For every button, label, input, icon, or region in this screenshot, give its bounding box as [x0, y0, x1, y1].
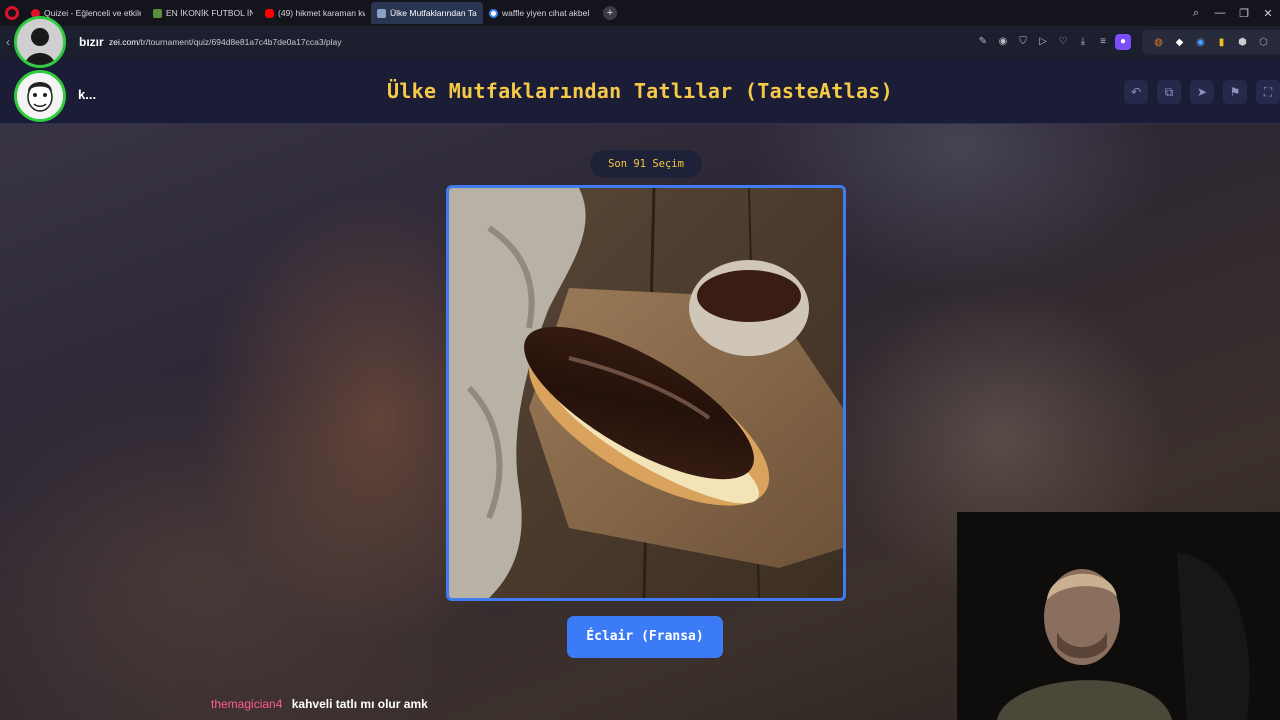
webcam-overlay — [957, 512, 1280, 720]
extension-icon[interactable]: ⬡ — [1255, 34, 1272, 51]
send-icon[interactable]: ➤ — [1190, 80, 1214, 104]
share-icon[interactable]: ⧉ — [1157, 80, 1181, 104]
menu-icon[interactable]: ≡ — [1095, 34, 1111, 50]
choice-button[interactable]: Éclair (Fransa) — [567, 616, 723, 658]
search-icon[interactable]: ⌕ — [1184, 7, 1208, 20]
fullscreen-icon[interactable]: ⛶ — [1256, 80, 1280, 104]
address-bar: ‹ bızır zei.com/tr/tournament/quiz/694d8… — [0, 26, 1280, 58]
webcam-feed — [957, 512, 1280, 720]
url-host: zei.com — [109, 37, 139, 47]
cartoon-face-icon — [17, 73, 63, 119]
url-field[interactable]: zei.com/tr/tournament/quiz/694d8e81a7c4b… — [109, 37, 342, 47]
favicon-icon — [153, 8, 162, 18]
chat-message: themagician4 kahveli tatlı mı olur amk — [211, 697, 428, 711]
profile-icon[interactable]: ● — [1115, 34, 1131, 50]
eclair-photo — [449, 188, 843, 598]
tab-label: (49) hikmet karaman kwe — [278, 8, 365, 18]
header-actions: ↶ ⧉ ➤ ⚑ ⛶ — [1124, 80, 1280, 104]
browser-tab-3-active[interactable]: Ülke Mutfaklarından Tatlı — [371, 2, 483, 24]
person-silhouette-icon — [17, 19, 63, 65]
site-header: k... Ülke Mutfaklarından Tatlılar (Taste… — [0, 58, 1280, 124]
browser-tab-4[interactable]: waffle yiyen cihat akbel - — [483, 2, 595, 24]
choice-image[interactable] — [446, 185, 846, 601]
undo-icon[interactable]: ↶ — [1124, 80, 1148, 104]
google-icon — [489, 8, 498, 18]
close-icon[interactable]: ✕ — [1256, 7, 1280, 20]
browser-tab-bar: Quizei - Eğlenceli ve etkile EN İKONİK F… — [0, 0, 1280, 26]
browser-tab-1[interactable]: EN İKONİK FUTBOL İNTİKA — [147, 2, 259, 24]
round-label: Son 91 Seçim — [590, 150, 702, 178]
youtube-icon — [265, 8, 274, 18]
site-name: bızır — [79, 35, 104, 49]
flag-icon[interactable]: ⚑ — [1223, 80, 1247, 104]
tab-label: Ülke Mutfaklarından Tatlı — [390, 8, 477, 18]
heart-icon[interactable]: ♡ — [1055, 34, 1071, 50]
window-controls: ⌕ — ❐ ✕ — [1184, 0, 1280, 26]
extension-icon[interactable]: ⬢ — [1234, 34, 1251, 51]
new-tab-button[interactable]: + — [603, 6, 617, 20]
quiz-title: Ülke Mutfaklarından Tatlılar (TasteAtlas… — [387, 79, 893, 103]
favicon-icon — [377, 8, 386, 18]
extension-icon[interactable]: ▮ — [1213, 34, 1230, 51]
extension-icon[interactable]: ◉ — [1192, 34, 1209, 51]
edit-icon[interactable]: ✎ — [975, 34, 991, 50]
extension-icon[interactable]: ◍ — [1150, 34, 1167, 51]
restore-icon[interactable]: ❐ — [1232, 7, 1256, 20]
camera-icon[interactable]: ◉ — [995, 34, 1011, 50]
url-path: /tr/tournament/quiz/694d8e81a7c4b7de0a17… — [138, 37, 342, 47]
tab-label: waffle yiyen cihat akbel - — [502, 8, 589, 18]
tab-label: Quizei - Eğlenceli ve etkile — [44, 8, 141, 18]
chat-username: themagician4 — [211, 697, 283, 711]
extension-icon[interactable]: ◆ — [1171, 34, 1188, 51]
tab-label: EN İKONİK FUTBOL İNTİKA — [166, 8, 253, 18]
minimize-icon[interactable]: — — [1208, 7, 1232, 19]
extensions-area: ◍ ◆ ◉ ▮ ⬢ ⬡ — [1142, 30, 1280, 54]
address-bar-actions: ✎ ◉ ⛉ ▷ ♡ ⤓ ≡ ● — [975, 34, 1131, 50]
browser-tab-2[interactable]: (49) hikmet karaman kwe — [259, 2, 371, 24]
play-icon[interactable]: ▷ — [1035, 34, 1051, 50]
user-avatar[interactable] — [14, 70, 66, 122]
back-icon[interactable]: ‹ — [6, 35, 10, 49]
streamer-avatar — [14, 16, 66, 68]
download-icon[interactable]: ⤓ — [1075, 34, 1091, 50]
shield-icon[interactable]: ⛉ — [1015, 34, 1031, 50]
opera-logo-icon[interactable] — [5, 6, 19, 20]
chat-text: kahveli tatlı mı olur amk — [291, 697, 428, 711]
